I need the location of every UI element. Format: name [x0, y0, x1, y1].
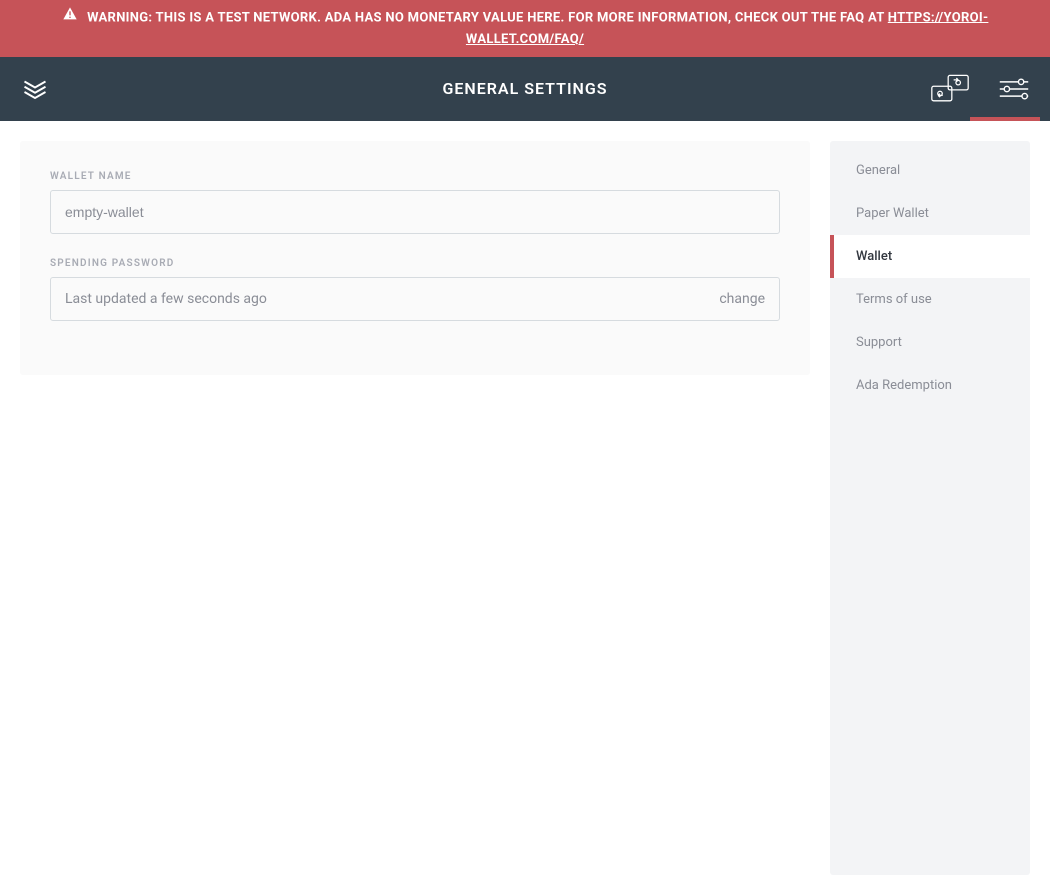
sidebar-item-label: Terms of use [856, 292, 932, 307]
settings-sliders-icon[interactable] [998, 76, 1030, 102]
app-logo-icon[interactable] [20, 74, 50, 104]
sidebar-item-terms-of-use[interactable]: Terms of use [830, 278, 1030, 321]
spending-password-label: SPENDING PASSWORD [50, 258, 780, 269]
change-password-link[interactable]: change [719, 291, 765, 307]
sidebar-item-wallet[interactable]: Wallet [830, 235, 1030, 278]
sidebar-item-label: Ada Redemption [856, 378, 952, 393]
settings-sidebar: General Paper Wallet Wallet Terms of use… [830, 141, 1030, 875]
sidebar-item-label: General [856, 163, 900, 178]
settings-active-indicator [970, 117, 1040, 121]
sidebar-item-support[interactable]: Support [830, 321, 1030, 364]
sidebar-item-paper-wallet[interactable]: Paper Wallet [830, 192, 1030, 235]
sidebar-item-label: Paper Wallet [856, 206, 929, 221]
warning-banner: WARNING: THIS IS A TEST NETWORK. ADA HAS… [0, 0, 1050, 57]
spending-password-status: Last updated a few seconds ago [65, 291, 267, 307]
wallet-name-input[interactable] [50, 190, 780, 234]
transfer-wallet-icon[interactable] [930, 72, 970, 106]
sidebar-item-label: Support [856, 335, 902, 350]
app-header: GENERAL SETTINGS [0, 57, 1050, 121]
page-title: GENERAL SETTINGS [442, 79, 607, 98]
settings-panel: WALLET NAME SPENDING PASSWORD Last updat… [20, 141, 810, 375]
sidebar-item-label: Wallet [856, 249, 892, 264]
warning-text: WARNING: THIS IS A TEST NETWORK. ADA HAS… [87, 10, 888, 25]
sidebar-item-general[interactable]: General [830, 149, 1030, 192]
warning-triangle-icon [62, 6, 78, 30]
spending-password-row: Last updated a few seconds ago change [50, 277, 780, 321]
sidebar-item-ada-redemption[interactable]: Ada Redemption [830, 364, 1030, 407]
wallet-name-label: WALLET NAME [50, 171, 780, 182]
